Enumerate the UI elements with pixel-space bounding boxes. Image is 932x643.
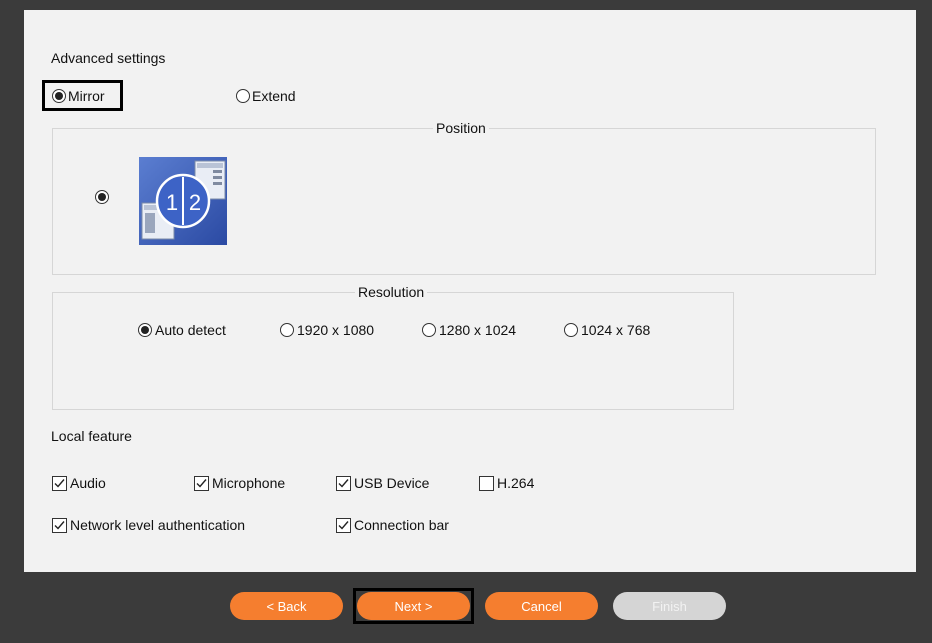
resolution-1280-radio[interactable]: 1280 x 1024 bbox=[422, 322, 516, 338]
dual-monitor-mirror-icon[interactable]: 1 2 bbox=[139, 157, 227, 245]
resolution-group: Resolution Auto detect 1920 x 1080 1280 … bbox=[52, 284, 734, 410]
position-radio[interactable] bbox=[95, 190, 109, 204]
res-1280-radio-button[interactable] bbox=[422, 323, 436, 337]
network-level-auth-checkbox[interactable]: Network level authentication bbox=[52, 517, 245, 533]
connection-bar-checkbox[interactable]: Connection bar bbox=[336, 517, 449, 533]
microphone-checkbox[interactable]: Microphone bbox=[194, 475, 285, 491]
checkmark-icon bbox=[338, 478, 349, 488]
local-feature-heading: Local feature bbox=[51, 428, 132, 444]
usb-device-label: USB Device bbox=[354, 475, 430, 491]
usb-device-check-box[interactable] bbox=[336, 475, 351, 491]
settings-panel: Advanced settings Mirror Extend Position bbox=[24, 10, 916, 572]
audio-check-box[interactable] bbox=[52, 475, 67, 491]
extend-radio[interactable]: Extend bbox=[236, 88, 296, 104]
checkmark-icon bbox=[54, 478, 65, 488]
audio-checkbox[interactable]: Audio bbox=[52, 475, 106, 491]
network-level-auth-label: Network level authentication bbox=[70, 517, 246, 533]
network-level-auth-check-box[interactable] bbox=[52, 517, 67, 533]
res-1920-radio-button[interactable] bbox=[280, 323, 294, 337]
connection-bar-check-box[interactable] bbox=[336, 517, 351, 533]
res-1024-radio-button[interactable] bbox=[564, 323, 578, 337]
usb-device-checkbox[interactable]: USB Device bbox=[336, 475, 429, 491]
microphone-label: Microphone bbox=[212, 475, 286, 491]
svg-text:2: 2 bbox=[189, 190, 201, 215]
checkmark-icon bbox=[196, 478, 207, 488]
h264-check-box[interactable] bbox=[479, 475, 494, 491]
next-button[interactable]: Next > bbox=[357, 592, 470, 620]
extend-radio-button[interactable] bbox=[236, 89, 250, 103]
svg-text:1: 1 bbox=[166, 190, 178, 215]
advanced-settings-heading: Advanced settings bbox=[51, 50, 166, 66]
auto-detect-radio-button[interactable] bbox=[138, 323, 152, 337]
res-1024-label: 1024 x 768 bbox=[581, 322, 651, 338]
auto-detect-label: Auto detect bbox=[155, 322, 226, 338]
checkmark-icon bbox=[54, 520, 65, 530]
connection-bar-label: Connection bar bbox=[354, 517, 449, 533]
h264-checkbox[interactable]: H.264 bbox=[479, 475, 534, 491]
position-group: Position 1 2 bbox=[52, 120, 876, 275]
res-1280-label: 1280 x 1024 bbox=[439, 322, 517, 338]
res-1920-label: 1920 x 1080 bbox=[297, 322, 375, 338]
h264-label: H.264 bbox=[497, 475, 535, 491]
checkmark-icon bbox=[338, 520, 349, 530]
extend-label: Extend bbox=[252, 88, 296, 104]
resolution-1024-radio[interactable]: 1024 x 768 bbox=[564, 322, 650, 338]
position-group-title: Position bbox=[433, 120, 489, 136]
audio-label: Audio bbox=[70, 475, 106, 491]
resolution-1920-radio[interactable]: 1920 x 1080 bbox=[280, 322, 374, 338]
mirror-radio-button[interactable] bbox=[52, 89, 66, 103]
mirror-label: Mirror bbox=[68, 88, 105, 104]
resolution-auto-detect-radio[interactable]: Auto detect bbox=[138, 322, 226, 338]
finish-button[interactable]: Finish bbox=[613, 592, 726, 620]
back-button[interactable]: < Back bbox=[230, 592, 343, 620]
position-radio-button[interactable] bbox=[95, 190, 109, 204]
microphone-check-box[interactable] bbox=[194, 475, 209, 491]
resolution-group-title: Resolution bbox=[355, 284, 428, 300]
remote-desktop-settings-dialog: Advanced settings Mirror Extend Position bbox=[0, 0, 932, 643]
cancel-button[interactable]: Cancel bbox=[485, 592, 598, 620]
mirror-radio[interactable]: Mirror bbox=[52, 88, 105, 104]
